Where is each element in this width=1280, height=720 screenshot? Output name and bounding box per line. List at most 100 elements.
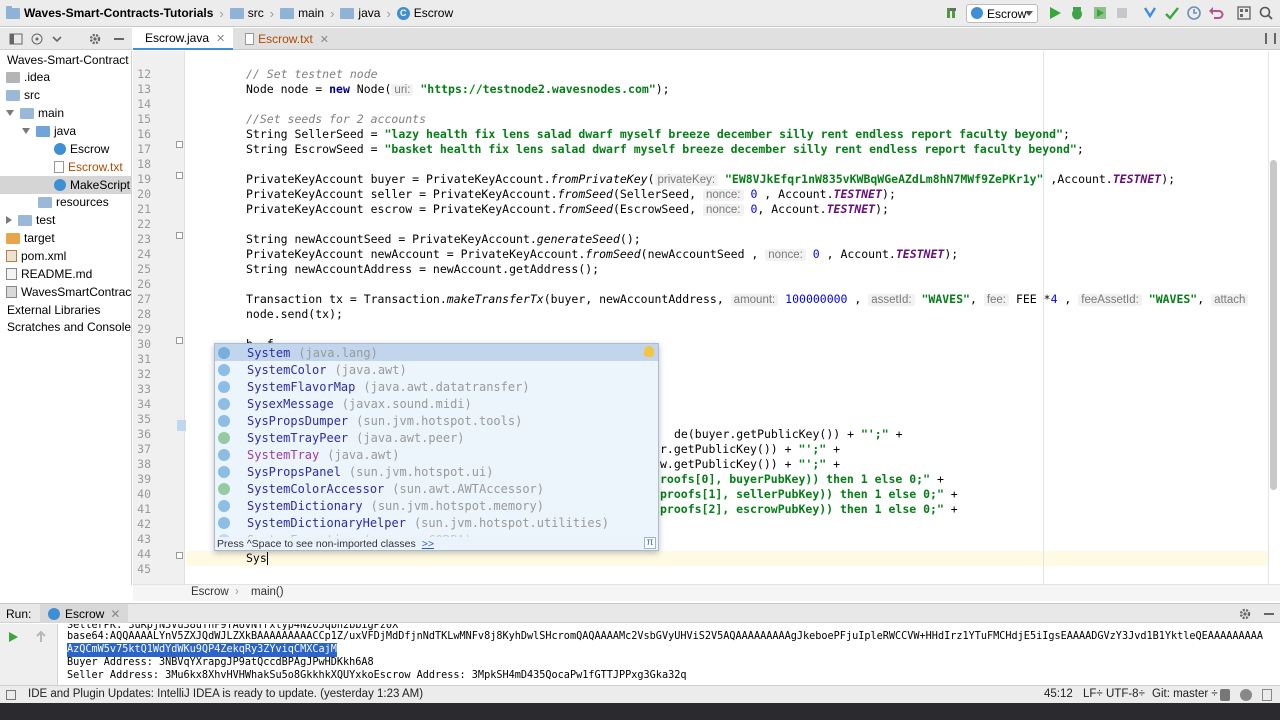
tree-item-iml[interactable]: WavesSmartContrac: [6, 283, 131, 301]
inspector-icon[interactable]: [1240, 689, 1252, 701]
code-line-17[interactable]: String SellerSeed = "lazy health fix len…: [246, 127, 1070, 142]
coverage-icon[interactable]: [1092, 5, 1108, 21]
vcs-commit-icon[interactable]: [1164, 5, 1180, 21]
close-icon[interactable]: ✕: [320, 33, 329, 46]
tree-item-java[interactable]: java: [22, 122, 76, 140]
completion-item[interactable]: SysexMessage (javax.sound.midi): [215, 395, 658, 412]
breadcrumb-method[interactable]: main(): [251, 586, 284, 598]
code-line-14[interactable]: Node node = new Node(uri: "https://testn…: [246, 82, 670, 98]
tree-item-makescript[interactable]: MakeScript: [0, 176, 131, 194]
bookmark-icon[interactable]: [177, 420, 186, 431]
tree-item-test[interactable]: test: [6, 211, 55, 229]
tree-item-project-root[interactable]: Waves-Smart-Contract: [7, 51, 129, 69]
rerun-icon[interactable]: [6, 630, 20, 644]
tree-item-escrow-txt[interactable]: Escrow.txt: [54, 158, 123, 176]
collapse-arrow-icon[interactable]: [6, 216, 12, 224]
code-line-29[interactable]: node.send(tx);: [246, 307, 343, 322]
completion-item[interactable]: SystemTrayPeer (java.awt.peer): [215, 429, 658, 446]
toggle-tool-windows-icon[interactable]: [6, 690, 16, 700]
fold-marker-icon[interactable]: [176, 232, 183, 239]
code-line-37[interactable]: de(buyer.getPublicKey()) + "';" +: [674, 427, 903, 442]
gear-icon[interactable]: [88, 32, 102, 46]
breadcrumb-class[interactable]: Escrow: [191, 586, 229, 598]
run-icon[interactable]: [1047, 5, 1063, 21]
tree-item-external-libraries[interactable]: External Libraries: [7, 301, 100, 319]
run-configuration-select[interactable]: Escrow: [966, 4, 1038, 23]
fold-marker-icon[interactable]: [176, 141, 183, 148]
code-line-26[interactable]: String newAccountAddress = newAccount.ge…: [246, 262, 599, 277]
tab-escrow-txt[interactable]: Escrow.txt ✕: [237, 28, 337, 50]
tree-item-idea[interactable]: .idea: [6, 68, 50, 86]
tree-item-escrow-class[interactable]: Escrow: [54, 140, 109, 158]
line-separator[interactable]: LF÷: [1083, 688, 1103, 700]
breadcrumb-escrow[interactable]: C Escrow: [391, 0, 453, 27]
completion-item[interactable]: SystemColorAccessor (sun.awt.AWTAccessor): [215, 480, 658, 497]
code-line-24[interactable]: String newAccountSeed = PrivateKeyAccoun…: [246, 232, 641, 247]
fold-marker-icon[interactable]: [176, 172, 183, 179]
editor-scrollbar-thumb[interactable]: [1270, 160, 1277, 490]
completion-item[interactable]: SystemDictionary (sun.jvm.hotspot.memory): [215, 497, 658, 514]
completion-item[interactable]: SystemColor (java.awt): [215, 361, 658, 378]
lightbulb-icon[interactable]: [644, 346, 654, 357]
tree-item-readme[interactable]: README.md: [6, 265, 92, 283]
show-non-imported-link[interactable]: >>: [422, 538, 434, 550]
search-icon[interactable]: [1258, 5, 1274, 21]
completion-item[interactable]: SysPropsPanel (sun.jvm.hotspot.ui): [215, 463, 658, 480]
tab-escrow-java[interactable]: Escrow.java ✕: [133, 28, 233, 50]
code-line-13[interactable]: // Set testnet node: [246, 67, 378, 82]
tree-item-scratches[interactable]: Scratches and Console: [7, 318, 131, 336]
tree-item-pom[interactable]: pom.xml: [6, 247, 66, 265]
hide-panel-icon[interactable]: [112, 32, 126, 46]
lock-icon[interactable]: [1220, 689, 1230, 701]
code-line-45[interactable]: Sys: [246, 551, 268, 566]
locate-icon[interactable]: [30, 32, 44, 46]
expand-arrow-icon[interactable]: [6, 110, 14, 116]
code-line-21[interactable]: PrivateKeyAccount seller = PrivateKeyAcc…: [246, 187, 896, 203]
tree-item-src[interactable]: src: [6, 86, 40, 104]
status-message[interactable]: IDE and Plugin Updates: IntelliJ IDEA is…: [28, 688, 423, 700]
debug-icon[interactable]: [1069, 5, 1085, 21]
code-line-25[interactable]: PrivateKeyAccount newAccount = PrivateKe…: [246, 247, 958, 263]
tree-item-resources[interactable]: resources: [38, 193, 109, 211]
fold-marker-icon[interactable]: [176, 552, 183, 559]
breadcrumb-project[interactable]: Waves-Smart-Contracts-Tutorials ›: [0, 0, 224, 27]
code-line-39[interactable]: w.getPublicKey()) + "';" +: [660, 457, 840, 472]
code-line-40[interactable]: roofs[0], buyerPubKey)) then 1 else 0;" …: [660, 472, 944, 487]
gear-icon[interactable]: [1238, 607, 1252, 621]
caret-position[interactable]: 45:12: [1044, 688, 1073, 700]
expand-arrow-icon[interactable]: [22, 128, 30, 134]
code-line-41[interactable]: proofs[1], sellerPubKey)) then 1 else 0;…: [660, 487, 958, 502]
code-line-18[interactable]: String EscrowSeed = "basket health fix l…: [246, 142, 1084, 157]
tree-item-target[interactable]: target: [6, 229, 55, 247]
stop-icon[interactable]: [1114, 5, 1130, 21]
build-hammer-icon[interactable]: [944, 5, 960, 21]
breadcrumb-java[interactable]: java ›: [334, 0, 391, 27]
run-tab-escrow[interactable]: Escrow ✕: [40, 604, 129, 623]
close-icon[interactable]: ✕: [216, 32, 225, 45]
file-encoding[interactable]: UTF-8÷: [1106, 688, 1145, 700]
vcs-update-icon[interactable]: [1142, 5, 1158, 21]
completion-item[interactable]: SystemDictionaryHelper (sun.jvm.hotspot.u…: [215, 514, 658, 531]
split-view-icon[interactable]: [1265, 33, 1276, 44]
completion-item[interactable]: System (java.lang): [215, 344, 658, 361]
revert-icon[interactable]: [1208, 5, 1224, 21]
breadcrumb-src[interactable]: src ›: [224, 0, 274, 27]
fold-marker-icon[interactable]: [176, 337, 183, 344]
code-line-20[interactable]: PrivateKeyAccount buyer = PrivateKeyAcco…: [246, 172, 1175, 188]
arrow-up-icon[interactable]: [34, 630, 48, 644]
completion-item[interactable]: SysPropsDumper (sun.jvm.hotspot.tools): [215, 412, 658, 429]
completion-item[interactable]: SystemFlavorMap (java.awt.datatransfer): [215, 378, 658, 395]
git-branch[interactable]: Git: master ÷: [1152, 688, 1218, 700]
project-view-icon[interactable]: [9, 32, 23, 46]
collapse-all-icon[interactable]: [50, 32, 64, 46]
project-structure-icon[interactable]: [1236, 5, 1252, 21]
hide-panel-icon[interactable]: [1262, 607, 1276, 621]
code-line-28[interactable]: Transaction tx = Transaction.makeTransfe…: [246, 292, 1249, 308]
breadcrumb-main[interactable]: main ›: [274, 0, 334, 27]
console-output[interactable]: SellerPK: 3uRpjN3Vu38uThF9TAUvNTrxtyp4N2…: [59, 624, 1280, 685]
pi-icon[interactable]: π: [644, 537, 656, 549]
code-line-16[interactable]: //Set seeds for 2 accounts: [246, 112, 426, 127]
completion-item[interactable]: SystemTray (java.awt): [215, 446, 658, 463]
code-line-22[interactable]: PrivateKeyAccount escrow = PrivateKeyAcc…: [246, 202, 889, 218]
history-icon[interactable]: [1186, 5, 1202, 21]
